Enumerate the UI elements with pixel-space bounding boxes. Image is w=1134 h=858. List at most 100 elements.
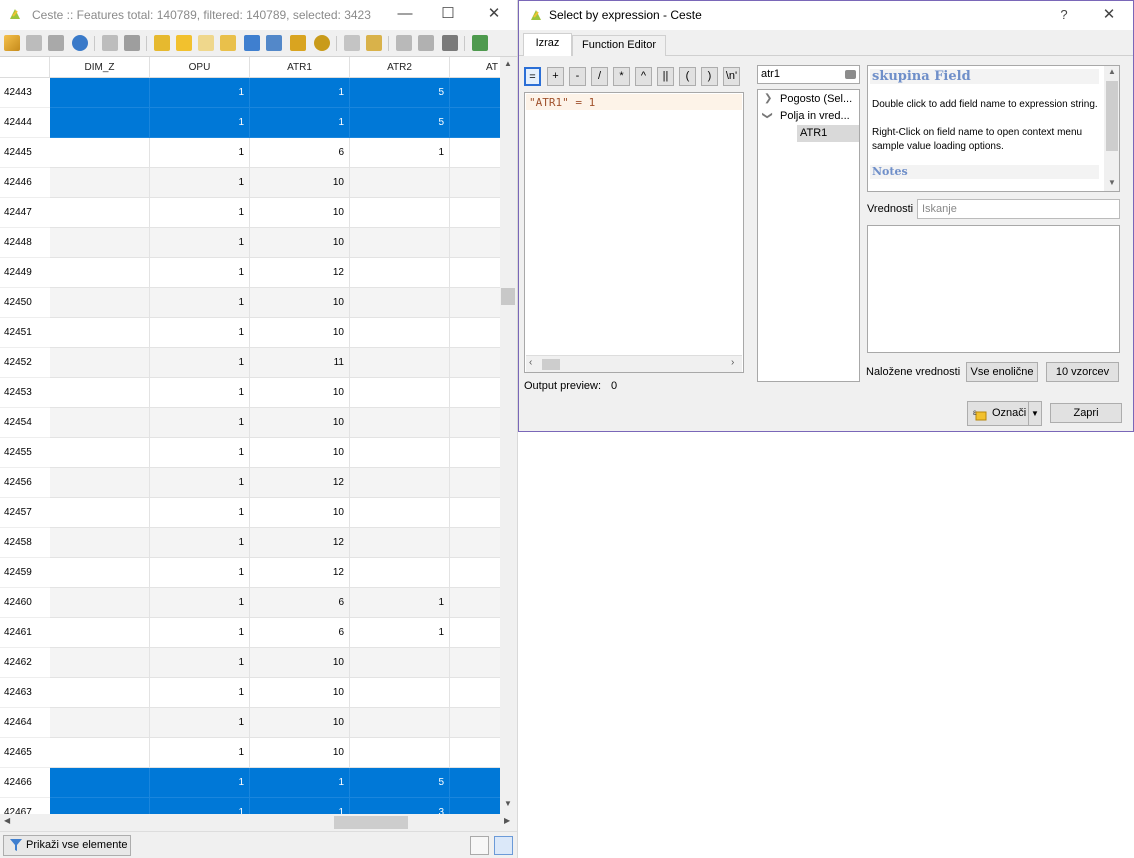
- cell-dim_z[interactable]: [50, 708, 150, 738]
- conditional-format-icon[interactable]: [472, 35, 488, 51]
- cell-atr2[interactable]: [350, 228, 450, 258]
- zoom-to-selection-icon[interactable]: [314, 35, 330, 51]
- cell-dim_z[interactable]: [50, 258, 150, 288]
- editor-hscrollbar[interactable]: ‹ ›: [526, 355, 742, 372]
- cell-atr2[interactable]: [350, 348, 450, 378]
- cell-at[interactable]: [450, 138, 500, 168]
- clear-search-icon[interactable]: [845, 70, 856, 79]
- cell-atr1[interactable]: 10: [250, 678, 350, 708]
- table-row[interactable]: 42457 1 10: [0, 498, 500, 528]
- operator-button[interactable]: -: [569, 67, 586, 86]
- cell-atr2[interactable]: 1: [350, 138, 450, 168]
- cell-at[interactable]: [450, 768, 500, 798]
- row-id[interactable]: 42467: [0, 798, 50, 814]
- help-scrollbar[interactable]: ▲ ▼: [1104, 66, 1119, 191]
- row-id[interactable]: 42449: [0, 258, 50, 288]
- column-header-atr1[interactable]: ATR1: [250, 57, 350, 78]
- cell-opu[interactable]: 1: [150, 318, 250, 348]
- field-calculator-icon[interactable]: [442, 35, 458, 51]
- cell-opu[interactable]: 1: [150, 138, 250, 168]
- cell-atr1[interactable]: 1: [250, 798, 350, 814]
- table-row[interactable]: 42463 1 10: [0, 678, 500, 708]
- cell-at[interactable]: [450, 498, 500, 528]
- cell-dim_z[interactable]: [50, 558, 150, 588]
- cell-atr1[interactable]: 1: [250, 768, 350, 798]
- dialog-titlebar[interactable]: Select by expression - Ceste ? ✕: [519, 1, 1133, 30]
- column-header-dim_z[interactable]: DIM_Z: [50, 57, 150, 78]
- cell-at[interactable]: [450, 288, 500, 318]
- copy-icon[interactable]: [344, 35, 360, 51]
- row-id[interactable]: 42447: [0, 198, 50, 228]
- cell-opu[interactable]: 1: [150, 468, 250, 498]
- delete-feature-icon[interactable]: [124, 35, 140, 51]
- cell-dim_z[interactable]: [50, 468, 150, 498]
- expression-editor[interactable]: "ATR1" = 1 ‹ ›: [524, 92, 744, 373]
- tab-izraz[interactable]: Izraz: [523, 33, 572, 56]
- cell-opu[interactable]: 1: [150, 378, 250, 408]
- table-titlebar[interactable]: Ceste :: Features total: 140789, filtere…: [0, 0, 517, 30]
- row-id[interactable]: 42464: [0, 708, 50, 738]
- operator-button[interactable]: (: [679, 67, 696, 86]
- operator-button[interactable]: +: [547, 67, 564, 86]
- table-row[interactable]: 42445 1 6 1: [0, 138, 500, 168]
- select-all-icon[interactable]: [176, 35, 192, 51]
- row-id[interactable]: 42459: [0, 558, 50, 588]
- close-button[interactable]: Zapri: [1050, 403, 1122, 423]
- cell-atr1[interactable]: 1: [250, 108, 350, 138]
- cell-opu[interactable]: 1: [150, 198, 250, 228]
- chevron-down-icon[interactable]: ❯: [762, 111, 773, 119]
- new-field-icon[interactable]: [396, 35, 412, 51]
- cell-atr1[interactable]: 10: [250, 738, 350, 768]
- table-row[interactable]: 42462 1 10: [0, 648, 500, 678]
- table-row[interactable]: 42447 1 10: [0, 198, 500, 228]
- cell-opu[interactable]: 1: [150, 108, 250, 138]
- cell-dim_z[interactable]: [50, 228, 150, 258]
- cell-opu[interactable]: 1: [150, 228, 250, 258]
- cell-at[interactable]: [450, 588, 500, 618]
- minimize-icon[interactable]: —: [393, 4, 417, 24]
- cell-dim_z[interactable]: [50, 318, 150, 348]
- cell-atr1[interactable]: 10: [250, 288, 350, 318]
- cell-at[interactable]: [450, 348, 500, 378]
- values-list[interactable]: [867, 225, 1120, 353]
- cell-atr2[interactable]: [350, 678, 450, 708]
- cell-at[interactable]: [450, 258, 500, 288]
- cell-atr2[interactable]: [350, 438, 450, 468]
- cell-atr1[interactable]: 10: [250, 498, 350, 528]
- cell-at[interactable]: [450, 198, 500, 228]
- row-id[interactable]: 42465: [0, 738, 50, 768]
- row-id[interactable]: 42451: [0, 318, 50, 348]
- row-id[interactable]: 42454: [0, 408, 50, 438]
- scroll-up-icon[interactable]: ▲: [504, 59, 512, 68]
- cell-at[interactable]: [450, 318, 500, 348]
- column-header-opu[interactable]: OPU: [150, 57, 250, 78]
- paste-icon[interactable]: [366, 35, 382, 51]
- select-button[interactable]: ε Označi ▼: [967, 401, 1042, 426]
- cell-dim_z[interactable]: [50, 168, 150, 198]
- table-row[interactable]: 42446 1 10: [0, 168, 500, 198]
- cell-atr2[interactable]: [350, 558, 450, 588]
- cell-dim_z[interactable]: [50, 498, 150, 528]
- cell-dim_z[interactable]: [50, 408, 150, 438]
- column-header-atr2[interactable]: ATR2: [350, 57, 450, 78]
- cell-atr1[interactable]: 10: [250, 228, 350, 258]
- table-row[interactable]: 42467 1 1 3: [0, 798, 500, 814]
- cell-opu[interactable]: 1: [150, 678, 250, 708]
- cell-at[interactable]: [450, 798, 500, 814]
- cell-opu[interactable]: 1: [150, 288, 250, 318]
- cell-dim_z[interactable]: [50, 588, 150, 618]
- cell-atr1[interactable]: 10: [250, 438, 350, 468]
- cell-atr1[interactable]: 1: [250, 78, 350, 108]
- table-row[interactable]: 42455 1 10: [0, 438, 500, 468]
- cell-atr2[interactable]: [350, 288, 450, 318]
- cell-atr2[interactable]: [350, 378, 450, 408]
- cell-at[interactable]: [450, 678, 500, 708]
- cell-atr2[interactable]: [350, 318, 450, 348]
- cell-atr1[interactable]: 10: [250, 378, 350, 408]
- cell-dim_z[interactable]: [50, 618, 150, 648]
- cell-atr2[interactable]: [350, 468, 450, 498]
- cell-at[interactable]: [450, 168, 500, 198]
- cell-atr1[interactable]: 12: [250, 468, 350, 498]
- hscroll-thumb[interactable]: [334, 816, 408, 829]
- row-id[interactable]: 42448: [0, 228, 50, 258]
